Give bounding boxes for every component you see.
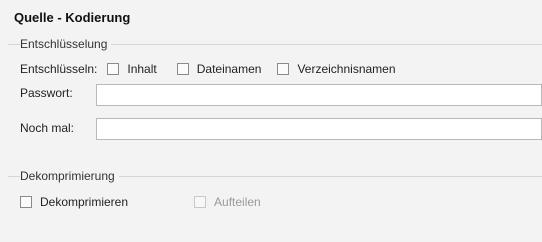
password-label: Passwort:	[20, 86, 73, 100]
filenames-checkbox[interactable]	[176, 63, 189, 75]
panel-title: Quelle - Kodierung	[14, 10, 131, 25]
decompress-checkbox-label[interactable]: Dekomprimieren	[40, 195, 128, 209]
decrypt-options-row: Entschlüsseln: Inhalt Dateinamen Verzeic…	[20, 62, 412, 76]
repeat-password-input[interactable]	[96, 118, 542, 140]
split-checkbox-label[interactable]: Aufteilen	[214, 195, 261, 209]
content-checkbox[interactable]	[107, 63, 120, 75]
encryption-group-label: Entschlüsselung	[20, 37, 112, 51]
source-encoding-panel: Quelle - Kodierung Entschlüsselung Entsc…	[0, 0, 542, 242]
decompression-group-label: Dekomprimierung	[20, 169, 119, 183]
split-checkbox[interactable]	[194, 196, 207, 208]
decompress-options-row: Dekomprimieren Aufteilen	[20, 195, 277, 209]
repeat-password-label: Noch mal:	[20, 121, 75, 135]
decrypt-label: Entschlüsseln:	[20, 62, 98, 76]
password-input[interactable]	[96, 84, 542, 106]
content-checkbox-label[interactable]: Inhalt	[127, 62, 156, 76]
directory-names-checkbox-label[interactable]: Verzeichnisnamen	[297, 62, 395, 76]
directory-names-checkbox[interactable]	[277, 63, 290, 75]
decompress-checkbox[interactable]	[20, 196, 32, 208]
filenames-checkbox-label[interactable]: Dateinamen	[197, 62, 262, 76]
